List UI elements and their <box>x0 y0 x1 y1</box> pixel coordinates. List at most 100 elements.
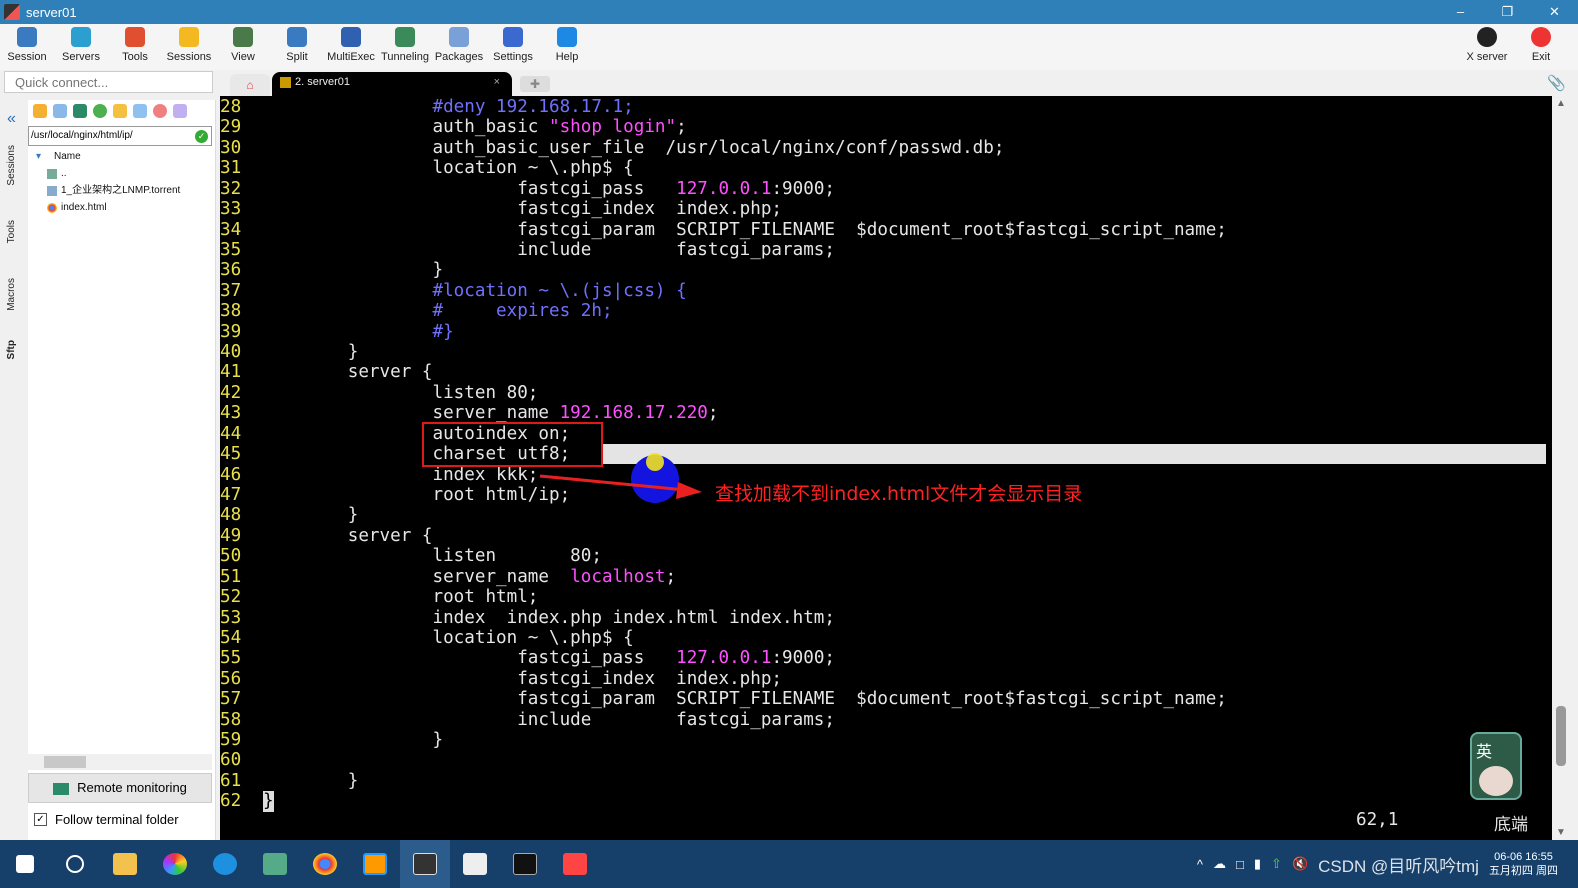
chrome-icon[interactable] <box>300 840 350 888</box>
remote-app-icon[interactable] <box>350 840 400 888</box>
column-name: Name <box>54 151 81 162</box>
toolbar-label: Session <box>7 51 47 63</box>
close-button[interactable]: ✕ <box>1531 0 1578 24</box>
restore-button[interactable]: ❐ <box>1484 0 1531 24</box>
file-item-parent[interactable]: .. <box>28 165 215 182</box>
title-bar: server01 – ❐ ✕ <box>0 0 1578 24</box>
help-icon <box>557 27 577 47</box>
attach-icon[interactable]: 📎 <box>1547 74 1566 92</box>
window-title: server01 <box>26 4 77 20</box>
upload-icon[interactable] <box>73 104 87 118</box>
x-server-button[interactable]: X server <box>1460 24 1514 63</box>
collapse-icon[interactable]: « <box>7 110 16 128</box>
volume-muted-icon[interactable]: 🔇 <box>1292 856 1308 872</box>
file-item-torrent[interactable]: 1_企业架构之LNMP.torrent <box>28 182 215 199</box>
toolbar-label: Split <box>286 51 308 63</box>
tray-expand-icon[interactable]: ^ <box>1197 857 1203 872</box>
vertical-scrollbar[interactable]: ▲ ▼ <box>1552 96 1568 840</box>
settings-icon <box>503 27 523 47</box>
toolbar-sessions-button[interactable]: Sessions <box>162 24 216 70</box>
close-tab-icon[interactable]: × <box>494 76 500 88</box>
quick-connect-input[interactable] <box>4 71 213 93</box>
toolbar-label: View <box>231 51 255 63</box>
new-tab-button[interactable]: ✚ <box>520 76 550 92</box>
terminal-icon[interactable] <box>500 840 550 888</box>
update-icon[interactable]: ⇧ <box>1271 856 1282 872</box>
toolbar-label: Settings <box>493 51 533 63</box>
chrome-icon <box>47 203 57 213</box>
download-icon[interactable] <box>53 104 67 118</box>
tab-bar: ⌂ 2. server01 × ✚ 📎 <box>220 72 1578 96</box>
home-icon: ⌂ <box>246 78 254 92</box>
exit-button[interactable]: Exit <box>1514 24 1568 63</box>
scroll-thumb[interactable] <box>1556 706 1566 766</box>
delete-icon[interactable] <box>153 104 167 118</box>
main-toolbar: Session Servers Tools Sessions View Split Mult… <box>0 24 1578 70</box>
new-folder-icon[interactable] <box>113 104 127 118</box>
sftp-path: /usr/local/nginx/html/ip/ <box>31 130 133 141</box>
toolbar-session-button[interactable]: Session <box>0 24 54 70</box>
follow-checkbox[interactable]: ✓ <box>34 813 47 826</box>
ime-widget[interactable]: 英 <box>1470 732 1522 800</box>
file-name: .. <box>61 168 67 179</box>
toolbar-packages-button[interactable]: Packages <box>432 24 486 70</box>
battery-icon[interactable]: ▮ <box>1254 856 1261 872</box>
system-tray: ^ ☁ □ ▮ ⇧ 🔇 CSDN @目听风吟tmj 06-06 16:55 五月初… <box>1197 840 1558 888</box>
typora-icon[interactable] <box>450 840 500 888</box>
toolbar-view-button[interactable]: View <box>216 24 270 70</box>
side-tab-macros[interactable]: Macros <box>6 278 17 311</box>
home-tab[interactable]: ⌂ <box>230 74 270 96</box>
rename-icon[interactable] <box>173 104 187 118</box>
horizontal-scrollbar[interactable] <box>28 754 212 770</box>
toolbar-servers-button[interactable]: Servers <box>54 24 108 70</box>
path-ok-icon: ✓ <box>195 130 208 143</box>
sessions-icon <box>179 27 199 47</box>
start-button[interactable] <box>0 840 50 888</box>
session-icon <box>17 27 37 47</box>
tab-server01[interactable]: 2. server01 × <box>272 72 512 96</box>
exit-icon <box>1531 27 1551 47</box>
remote-monitoring-button[interactable]: Remote monitoring <box>28 773 212 803</box>
toolbar-help-button[interactable]: Help <box>540 24 594 70</box>
weather-icon[interactable]: ☁ <box>1213 856 1226 872</box>
toolbar-multiexec-button[interactable]: MultiExec <box>324 24 378 70</box>
notepad-icon[interactable] <box>250 840 300 888</box>
color-app-icon[interactable] <box>150 840 200 888</box>
side-tab-tools[interactable]: Tools <box>6 220 17 243</box>
network-icon[interactable]: □ <box>1236 857 1244 872</box>
mobaxterm-icon[interactable] <box>400 840 450 888</box>
name-column-header[interactable]: ▾ Name <box>28 148 215 165</box>
pdf-icon[interactable] <box>550 840 600 888</box>
file-explorer-icon[interactable] <box>100 840 150 888</box>
terminal[interactable]: 62} 61 } 60 59 } 58 include fastcgi_params; 5… <box>220 96 1552 840</box>
toolbar-tools-button[interactable]: Tools <box>108 24 162 70</box>
tunneling-icon <box>395 27 415 47</box>
tab-label: 2. server01 <box>295 76 351 88</box>
side-tab-sessions[interactable]: Sessions <box>6 145 17 186</box>
toolbar-tunneling-button[interactable]: Tunneling <box>378 24 432 70</box>
search-button[interactable] <box>50 840 100 888</box>
taskbar: ^ ☁ □ ▮ ⇧ 🔇 CSDN @目听风吟tmj 06-06 16:55 五月初… <box>0 840 1578 888</box>
folder-icon <box>47 169 57 179</box>
parent-folder-icon[interactable] <box>33 104 47 118</box>
minimize-button[interactable]: – <box>1437 0 1484 24</box>
tools-icon <box>125 27 145 47</box>
watermark: CSDN @目听风吟tmj <box>1318 856 1479 876</box>
file-item-index[interactable]: index.html <box>28 199 215 216</box>
file-list: ▾ Name .. 1_企业架构之LNMP.torrent index.html <box>28 148 215 216</box>
toolbar-label: Servers <box>62 51 100 63</box>
app-logo-icon <box>4 4 20 20</box>
toolbar-settings-button[interactable]: Settings <box>486 24 540 70</box>
follow-terminal-folder[interactable]: ✓ Follow terminal folder <box>34 812 179 827</box>
side-tab-sftp[interactable]: Sftp <box>6 340 17 359</box>
sftp-path-field[interactable]: /usr/local/nginx/html/ip/ ✓ <box>28 126 212 146</box>
toolbar-label: Tools <box>122 51 148 63</box>
new-file-icon[interactable] <box>133 104 147 118</box>
toolbar-label: Sessions <box>166 51 212 63</box>
clock[interactable]: 06-06 16:55 五月初四 周四 <box>1489 850 1558 878</box>
edge-icon[interactable] <box>200 840 250 888</box>
refresh-icon[interactable] <box>93 104 107 118</box>
clock-date: 五月初四 周四 <box>1488 865 1558 877</box>
toolbar-label: Tunneling <box>381 51 429 63</box>
toolbar-split-button[interactable]: Split <box>270 24 324 70</box>
